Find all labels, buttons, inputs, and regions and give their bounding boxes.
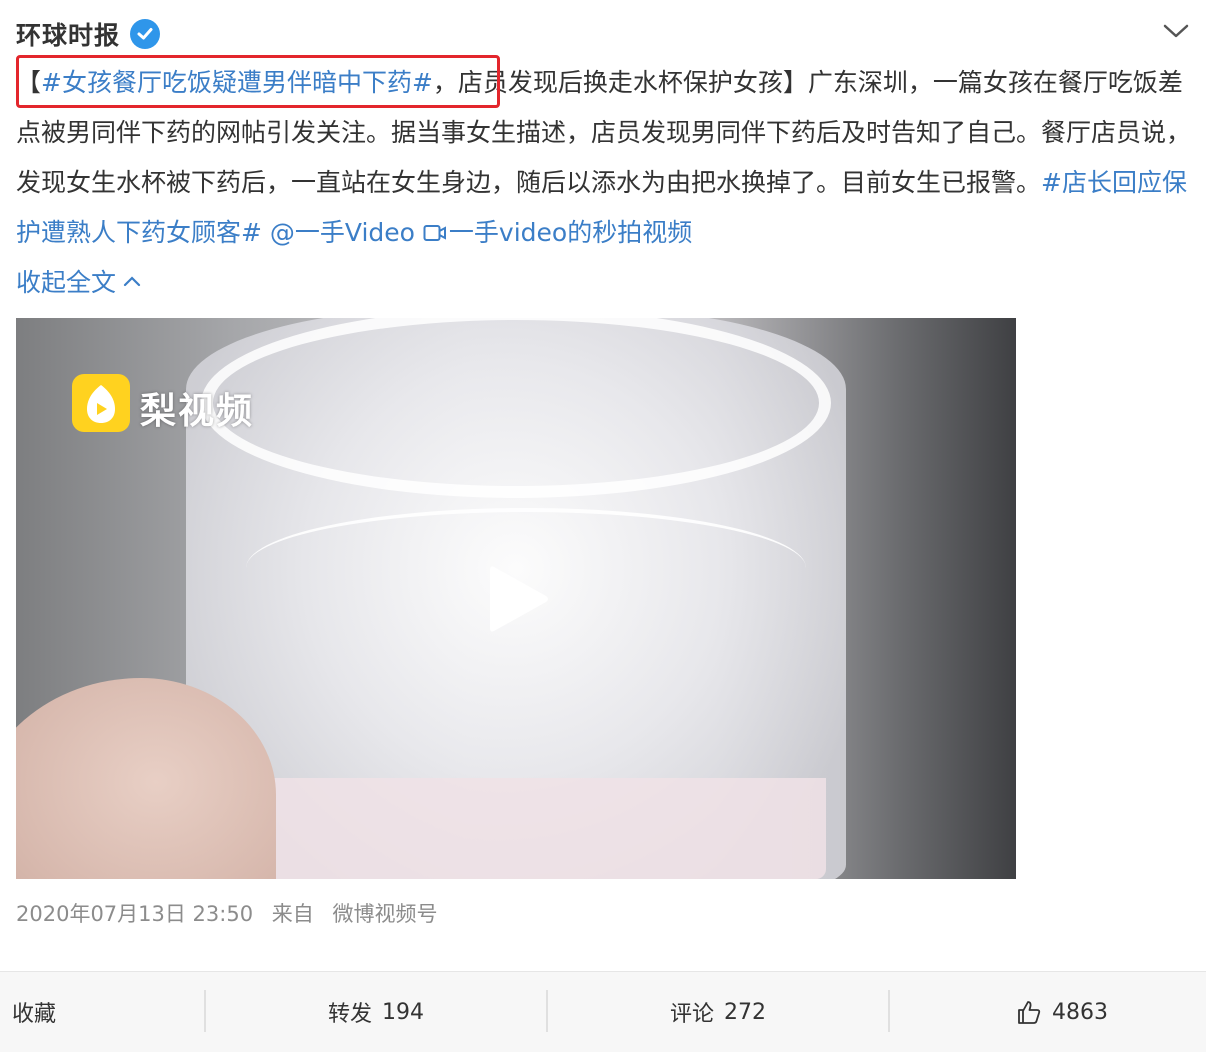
action-bar: 收藏 转发 194 评论 272 4863 [0,971,1206,1052]
timestamp[interactable]: 2020年07月13日 23:50 [16,902,253,926]
source-prefix: 来自 [271,902,314,926]
divider [546,990,548,1032]
video-link[interactable]: 一手video的秒拍视频 [423,218,692,247]
repost-count: 194 [382,999,425,1025]
thumbs-up-icon [1018,1001,1041,1024]
chevron-down-icon[interactable] [1162,20,1190,42]
video-link-label: 一手video的秒拍视频 [448,218,693,247]
collapse-text-button[interactable]: 收起全文 [16,263,142,299]
like-button[interactable]: 4863 [1016,972,1108,1052]
divider [888,990,890,1032]
cup-bottom [266,778,826,879]
chevron-up-icon [123,276,141,287]
post-meta: 2020年07月13日 23:50 来自 微博视频号 [16,898,449,928]
bracket-open: 【 [16,68,42,97]
source-link[interactable]: 微博视频号 [332,902,437,926]
collapse-label: 收起全文 [16,268,117,297]
comment-count: 272 [724,999,767,1025]
video-link-icon [423,225,446,241]
pear-video-logo-icon [72,374,130,432]
mention-link[interactable]: @一手Video [270,218,415,247]
like-count: 4863 [1052,999,1108,1025]
author-name[interactable]: 环球时报 [16,16,120,52]
topic-tag[interactable]: #女孩餐厅吃饭疑遭男伴暗中下药# [41,68,433,97]
post-text: 【#女孩餐厅吃饭疑遭男伴暗中下药#，店员发现后换走水杯保护女孩】广东深圳，一篇女… [16,58,1196,258]
favorite-button[interactable]: 收藏 [12,972,56,1052]
divider [204,990,206,1032]
comment-label: 评论 [670,1002,715,1027]
play-icon[interactable] [486,561,552,637]
watermark-text: 梨视频 [140,391,255,432]
video-player[interactable]: 梨视频 [16,318,1016,879]
repost-label: 转发 [328,1002,373,1027]
post-header: 环球时报 [16,14,161,54]
repost-button[interactable]: 转发 194 [328,972,424,1052]
verified-badge-icon [130,19,161,49]
favorite-label: 收藏 [12,1002,57,1027]
weibo-post-card: 环球时报 【#女孩餐厅吃饭疑遭男伴暗中下药#，店员发现后换走水杯保护女孩】广东深… [0,0,1206,1052]
comment-button[interactable]: 评论 272 [670,972,766,1052]
